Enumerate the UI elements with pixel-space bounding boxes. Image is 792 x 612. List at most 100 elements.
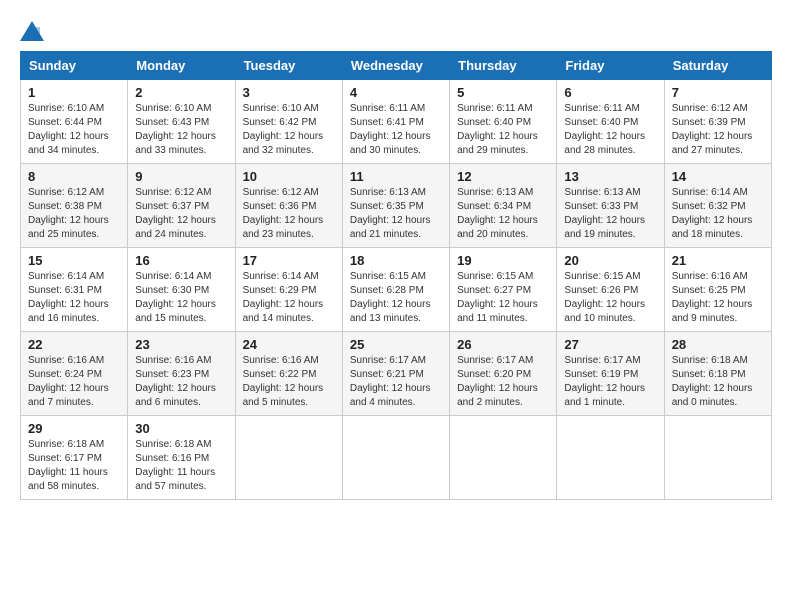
- calendar-cell: 4 Sunrise: 6:11 AMSunset: 6:41 PMDaylight…: [342, 80, 449, 164]
- day-number: 10: [243, 169, 335, 184]
- calendar-week-row: 1 Sunrise: 6:10 AMSunset: 6:44 PMDaylight…: [21, 80, 772, 164]
- calendar-cell: 26Sunrise: 6:17 AMSunset: 6:20 PMDayligh…: [450, 332, 557, 416]
- calendar-cell: 2 Sunrise: 6:10 AMSunset: 6:43 PMDaylight…: [128, 80, 235, 164]
- day-info: Sunrise: 6:16 AMSunset: 6:22 PMDaylight:…: [243, 354, 335, 410]
- logo-icon: [20, 21, 44, 41]
- calendar-cell: 16 Sunrise: 6:14 AMSunset: 6:30 PMDayligh…: [128, 248, 235, 332]
- day-number: 21: [672, 253, 764, 268]
- day-number: 3: [243, 85, 335, 100]
- day-info: Sunrise: 6:13 AMSunset: 6:33 PMDaylight:…: [564, 186, 656, 242]
- day-number: 30: [135, 421, 227, 436]
- day-info: Sunrise: 6:11 AMSunset: 6:41 PMDaylight:…: [350, 102, 442, 158]
- day-number: 15: [28, 253, 120, 268]
- day-of-week-header: Friday: [557, 52, 664, 80]
- day-number: 8: [28, 169, 120, 184]
- day-info: Sunrise: 6:18 AMSunset: 6:17 PMDaylight:…: [28, 438, 120, 494]
- day-number: 1: [28, 85, 120, 100]
- day-info: Sunrise: 6:12 AMSunset: 6:37 PMDaylight:…: [135, 186, 227, 242]
- day-number: 13: [564, 169, 656, 184]
- page-header: [20, 20, 772, 41]
- day-info: Sunrise: 6:14 AMSunset: 6:30 PMDaylight:…: [135, 270, 227, 326]
- calendar-table: SundayMondayTuesdayWednesdayThursdayFrid…: [20, 51, 772, 500]
- calendar-week-row: 22 Sunrise: 6:16 AMSunset: 6:24 PMDayligh…: [21, 332, 772, 416]
- calendar-cell: 20Sunrise: 6:15 AMSunset: 6:26 PMDayligh…: [557, 248, 664, 332]
- day-number: 14: [672, 169, 764, 184]
- calendar-cell: 30 Sunrise: 6:18 AMSunset: 6:16 PMDayligh…: [128, 416, 235, 500]
- day-info: Sunrise: 6:12 AMSunset: 6:39 PMDaylight:…: [672, 102, 764, 158]
- logo: [20, 20, 48, 41]
- calendar-cell: 29 Sunrise: 6:18 AMSunset: 6:17 PMDayligh…: [21, 416, 128, 500]
- day-number: 27: [564, 337, 656, 352]
- day-info: Sunrise: 6:11 AMSunset: 6:40 PMDaylight:…: [564, 102, 656, 158]
- day-number: 16: [135, 253, 227, 268]
- day-info: Sunrise: 6:16 AMSunset: 6:23 PMDaylight:…: [135, 354, 227, 410]
- calendar-week-row: 8Sunrise: 6:12 AMSunset: 6:38 PMDaylight…: [21, 164, 772, 248]
- day-of-week-header: Sunday: [21, 52, 128, 80]
- calendar-cell: [235, 416, 342, 500]
- day-info: Sunrise: 6:13 AMSunset: 6:35 PMDaylight:…: [350, 186, 442, 242]
- calendar-cell: 3 Sunrise: 6:10 AMSunset: 6:42 PMDaylight…: [235, 80, 342, 164]
- day-number: 25: [350, 337, 442, 352]
- day-number: 23: [135, 337, 227, 352]
- day-of-week-header: Monday: [128, 52, 235, 80]
- calendar-week-row: 29 Sunrise: 6:18 AMSunset: 6:17 PMDayligh…: [21, 416, 772, 500]
- day-number: 5: [457, 85, 549, 100]
- calendar-cell: 15 Sunrise: 6:14 AMSunset: 6:31 PMDayligh…: [21, 248, 128, 332]
- day-number: 28: [672, 337, 764, 352]
- day-number: 17: [243, 253, 335, 268]
- day-number: 11: [350, 169, 442, 184]
- day-info: Sunrise: 6:14 AMSunset: 6:31 PMDaylight:…: [28, 270, 120, 326]
- calendar-cell: 24 Sunrise: 6:16 AMSunset: 6:22 PMDayligh…: [235, 332, 342, 416]
- day-number: 22: [28, 337, 120, 352]
- day-number: 29: [28, 421, 120, 436]
- day-info: Sunrise: 6:10 AMSunset: 6:42 PMDaylight:…: [243, 102, 335, 158]
- calendar-cell: 14 Sunrise: 6:14 AMSunset: 6:32 PMDayligh…: [664, 164, 771, 248]
- calendar-cell: 19 Sunrise: 6:15 AMSunset: 6:27 PMDayligh…: [450, 248, 557, 332]
- calendar-cell: 17Sunrise: 6:14 AMSunset: 6:29 PMDayligh…: [235, 248, 342, 332]
- calendar-cell: [664, 416, 771, 500]
- day-info: Sunrise: 6:18 AMSunset: 6:16 PMDaylight:…: [135, 438, 227, 494]
- day-info: Sunrise: 6:14 AMSunset: 6:32 PMDaylight:…: [672, 186, 764, 242]
- calendar-cell: 12Sunrise: 6:13 AMSunset: 6:34 PMDayligh…: [450, 164, 557, 248]
- day-info: Sunrise: 6:17 AMSunset: 6:19 PMDaylight:…: [564, 354, 656, 410]
- calendar-cell: 21Sunrise: 6:16 AMSunset: 6:25 PMDayligh…: [664, 248, 771, 332]
- calendar-cell: 8Sunrise: 6:12 AMSunset: 6:38 PMDaylight…: [21, 164, 128, 248]
- calendar-cell: 22 Sunrise: 6:16 AMSunset: 6:24 PMDayligh…: [21, 332, 128, 416]
- calendar-header-row: SundayMondayTuesdayWednesdayThursdayFrid…: [21, 52, 772, 80]
- day-number: 26: [457, 337, 549, 352]
- day-number: 19: [457, 253, 549, 268]
- calendar-cell: 6 Sunrise: 6:11 AMSunset: 6:40 PMDaylight…: [557, 80, 664, 164]
- day-number: 12: [457, 169, 549, 184]
- day-number: 2: [135, 85, 227, 100]
- calendar-week-row: 15 Sunrise: 6:14 AMSunset: 6:31 PMDayligh…: [21, 248, 772, 332]
- day-info: Sunrise: 6:15 AMSunset: 6:27 PMDaylight:…: [457, 270, 549, 326]
- day-of-week-header: Saturday: [664, 52, 771, 80]
- day-info: Sunrise: 6:15 AMSunset: 6:28 PMDaylight:…: [350, 270, 442, 326]
- calendar-cell: 13 Sunrise: 6:13 AMSunset: 6:33 PMDayligh…: [557, 164, 664, 248]
- day-number: 4: [350, 85, 442, 100]
- day-number: 20: [564, 253, 656, 268]
- day-info: Sunrise: 6:10 AMSunset: 6:43 PMDaylight:…: [135, 102, 227, 158]
- day-number: 7: [672, 85, 764, 100]
- calendar-cell: 7 Sunrise: 6:12 AMSunset: 6:39 PMDaylight…: [664, 80, 771, 164]
- day-info: Sunrise: 6:12 AMSunset: 6:36 PMDaylight:…: [243, 186, 335, 242]
- day-info: Sunrise: 6:11 AMSunset: 6:40 PMDaylight:…: [457, 102, 549, 158]
- day-info: Sunrise: 6:18 AMSunset: 6:18 PMDaylight:…: [672, 354, 764, 410]
- calendar-cell: 5 Sunrise: 6:11 AMSunset: 6:40 PMDaylight…: [450, 80, 557, 164]
- day-info: Sunrise: 6:17 AMSunset: 6:21 PMDaylight:…: [350, 354, 442, 410]
- day-number: 24: [243, 337, 335, 352]
- calendar-cell: 10 Sunrise: 6:12 AMSunset: 6:36 PMDayligh…: [235, 164, 342, 248]
- day-info: Sunrise: 6:16 AMSunset: 6:24 PMDaylight:…: [28, 354, 120, 410]
- day-info: Sunrise: 6:10 AMSunset: 6:44 PMDaylight:…: [28, 102, 120, 158]
- calendar-cell: 28 Sunrise: 6:18 AMSunset: 6:18 PMDayligh…: [664, 332, 771, 416]
- calendar-cell: 18Sunrise: 6:15 AMSunset: 6:28 PMDayligh…: [342, 248, 449, 332]
- calendar-cell: 9Sunrise: 6:12 AMSunset: 6:37 PMDaylight…: [128, 164, 235, 248]
- calendar-cell: [557, 416, 664, 500]
- calendar-cell: [450, 416, 557, 500]
- day-of-week-header: Wednesday: [342, 52, 449, 80]
- day-of-week-header: Tuesday: [235, 52, 342, 80]
- day-of-week-header: Thursday: [450, 52, 557, 80]
- day-number: 6: [564, 85, 656, 100]
- calendar-cell: 27 Sunrise: 6:17 AMSunset: 6:19 PMDayligh…: [557, 332, 664, 416]
- calendar-cell: 1 Sunrise: 6:10 AMSunset: 6:44 PMDaylight…: [21, 80, 128, 164]
